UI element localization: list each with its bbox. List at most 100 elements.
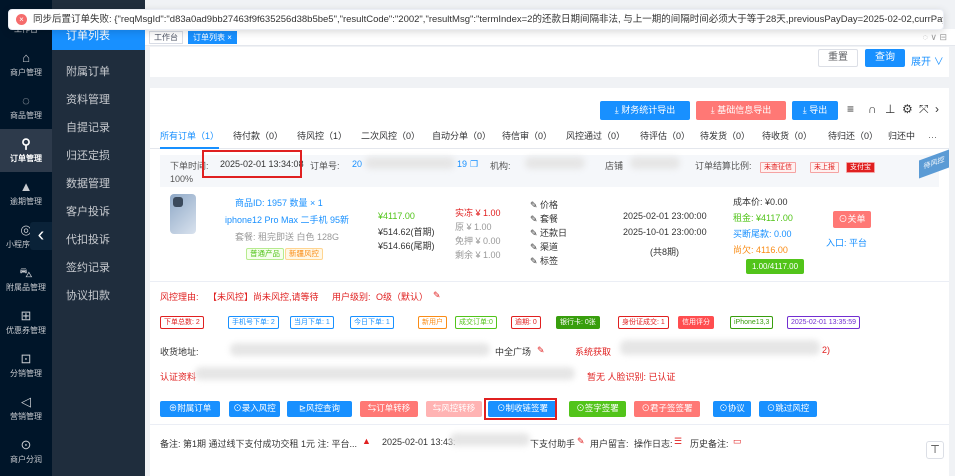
submenu-item[interactable]: 归还定损	[52, 142, 145, 170]
tab-order-status[interactable]: 待发货（0）	[700, 125, 750, 149]
action-button[interactable]: ⊵风控查询	[287, 401, 352, 417]
action-button[interactable]: ⇆风控转移	[426, 401, 482, 417]
error-toast: × 同步后置订单失败: {"reqMsgId":"d83a0ad9bb27463…	[8, 9, 944, 30]
refresh-icon[interactable]: ∩	[868, 102, 877, 116]
stat-chip: 今日下单: 1	[350, 316, 394, 329]
close-order-button[interactable]: ⊙关单	[833, 211, 871, 228]
op-log-label: 操作日志:	[634, 439, 673, 449]
address-plaza: 中全广场	[495, 347, 532, 357]
search-panel: 重置 查询 展开 ∨	[150, 47, 949, 77]
goods-icon: ◌	[22, 93, 30, 108]
action-button[interactable]: ⊕附属订单	[160, 401, 220, 417]
ratio-label: 订单结算比例:	[695, 161, 752, 171]
history-icon[interactable]: ▭	[733, 436, 742, 447]
action-button[interactable]: ⊙君子签签署	[634, 401, 700, 417]
submenu-item[interactable]: 客户投诉	[52, 198, 145, 226]
tag-order-list[interactable]: 订单列表 ×	[188, 31, 237, 44]
sidebar-item-cart[interactable]: ⛍ 附属品管理	[0, 258, 52, 301]
sidebar-item-profit[interactable]: ⊙ 商户分润	[0, 430, 52, 473]
sidebar-item-order[interactable]: ⚲ 订单管理	[0, 129, 52, 172]
overdue-icon: ▲	[19, 179, 33, 194]
order-no-suffix[interactable]: 19	[457, 159, 467, 169]
tags-more-icon[interactable]: ◌ ∨ ⊟	[923, 32, 947, 43]
copy-icon[interactable]: ❐	[470, 159, 478, 170]
sidebar-item-marketing[interactable]: ◁ 营销管理	[0, 387, 52, 430]
finance-export-button[interactable]: ⤓ 财务统计导出	[600, 101, 690, 120]
stat-chip: 新用户	[418, 316, 447, 329]
tab-order-status[interactable]: 待评估（0）	[640, 125, 690, 149]
action-button[interactable]: ⊙录入风控	[229, 401, 280, 417]
edit-repay-link[interactable]: ✎ 还款日	[530, 226, 567, 239]
back-to-top-button[interactable]: ⊤	[926, 441, 944, 459]
stat-chip: 信用评分	[678, 316, 714, 329]
submenu-item[interactable]: 协议扣款	[52, 282, 145, 310]
sidebar-item-label: 分销管理	[10, 369, 42, 378]
edit-price-link[interactable]: ✎ 价格	[530, 198, 558, 211]
submenu-item[interactable]: 附属订单	[52, 58, 145, 86]
edit-channel-link[interactable]: ✎ 渠道	[530, 240, 558, 253]
basic-export-button[interactable]: ⤓ 基础信息导出	[696, 101, 786, 120]
edit-package-link[interactable]: ✎ 套餐	[530, 212, 558, 225]
tab-order-status[interactable]: 待归还（0）	[828, 125, 878, 149]
sidebar-item-coupon[interactable]: ⊞ 优惠券管理	[0, 301, 52, 344]
marketing-icon: ◁	[21, 394, 31, 409]
sidebar-item-label: 订单管理	[10, 154, 42, 163]
edit-address-icon[interactable]: ✎	[537, 345, 545, 356]
tag-workbench[interactable]: 工作台	[149, 31, 183, 44]
order-no-prefix[interactable]: 20	[352, 159, 362, 169]
query-button[interactable]: 查询	[865, 49, 905, 67]
reset-button[interactable]: 重置	[818, 49, 858, 67]
rent-amount: 租金: ¥4117.00	[733, 213, 793, 223]
tab-order-status[interactable]: 待风控（1）	[297, 125, 347, 149]
badge-report: 未上报	[810, 162, 839, 173]
tab-order-status[interactable]: 自动分单（0）	[432, 125, 491, 149]
stat-chip: 银行卡: 0张	[556, 316, 600, 329]
tab-order-status[interactable]: 归还中	[888, 125, 915, 149]
risk-reason-value: 【未风控】尚未风控,请等待	[208, 292, 319, 302]
op-log-icon[interactable]: ☰	[674, 436, 682, 447]
toast-message: 同步后置订单失败: {"reqMsgId":"d83a0ad9bb27463f9…	[33, 14, 944, 25]
action-button[interactable]: ⊙跳过风控	[759, 401, 817, 417]
export-button[interactable]: ⤓ 导出	[792, 101, 838, 120]
deposit-free: 免押 ¥ 0.00	[455, 236, 501, 246]
fullscreen-icon[interactable]: ⤧	[919, 102, 929, 117]
tab-order-status[interactable]: 待收货（0）	[762, 125, 812, 149]
settings-icon[interactable]: ⚙	[902, 102, 913, 116]
tab-order-status[interactable]: 待信审（0）	[502, 125, 552, 149]
edit-remark-icon[interactable]: ✎	[577, 436, 585, 447]
submenu-item[interactable]: 代扣投诉	[52, 226, 145, 254]
expand-remark-icon[interactable]: ▲	[362, 436, 371, 446]
submenu-item[interactable]: 数据管理	[52, 170, 145, 198]
stat-chip: 当月下单: 1	[290, 316, 334, 329]
submenu-item[interactable]: 自提记录	[52, 114, 145, 142]
product-id[interactable]: 商品ID: 1957 数量 × 1	[235, 196, 323, 209]
order-status-tabs: 所有订单（1） 待付款（0） 待风控（1） 二次风控（0） 自动分单（0） 待信审（0） 风…	[150, 125, 949, 149]
action-button[interactable]: ⊙协议	[713, 401, 751, 417]
tab-order-status[interactable]: 风控通过（0）	[566, 125, 625, 149]
sidebar-item-label: 商品管理	[10, 111, 42, 120]
density-icon[interactable]: ≡	[847, 102, 854, 116]
redacted-shop	[630, 157, 680, 169]
collapse-sidebar-button[interactable]: ‹	[30, 222, 52, 250]
more-icon[interactable]: ›	[935, 102, 939, 116]
action-button[interactable]: ⊙签字签署	[569, 401, 626, 417]
sidebar-item-overdue[interactable]: ▲ 逾期管理	[0, 172, 52, 215]
edit-level-icon[interactable]: ✎	[433, 290, 441, 301]
column-height-icon[interactable]: ⊥	[885, 102, 895, 116]
edit-tag-link[interactable]: ✎ 标签	[530, 254, 558, 267]
tab-order-status[interactable]: 所有订单（1）	[160, 125, 220, 149]
user-level-value: O级（默认）	[376, 292, 429, 302]
sidebar-item-shop[interactable]: ⌂ 商户管理	[0, 43, 52, 86]
submenu-item[interactable]: 签约记录	[52, 254, 145, 282]
action-button[interactable]: ⇆订单转移	[360, 401, 418, 417]
product-name[interactable]: iphone12 Pro Max 二手机 95新	[225, 213, 349, 226]
tab-order-status[interactable]: 待付款（0）	[233, 125, 283, 149]
sidebar-item-goods[interactable]: ◌ 商品管理	[0, 86, 52, 129]
sidebar-item-distribution[interactable]: ⊡ 分销管理	[0, 344, 52, 387]
submenu-item[interactable]: 资料管理	[52, 86, 145, 114]
expand-link[interactable]: 展开 ∨	[911, 53, 944, 68]
redacted-order-no	[365, 157, 455, 169]
paid-amount: 实冻 ¥ 1.00	[455, 208, 501, 218]
tab-order-status[interactable]: 二次风控（0）	[361, 125, 420, 149]
tabs-more-icon[interactable]: ···	[928, 132, 937, 142]
